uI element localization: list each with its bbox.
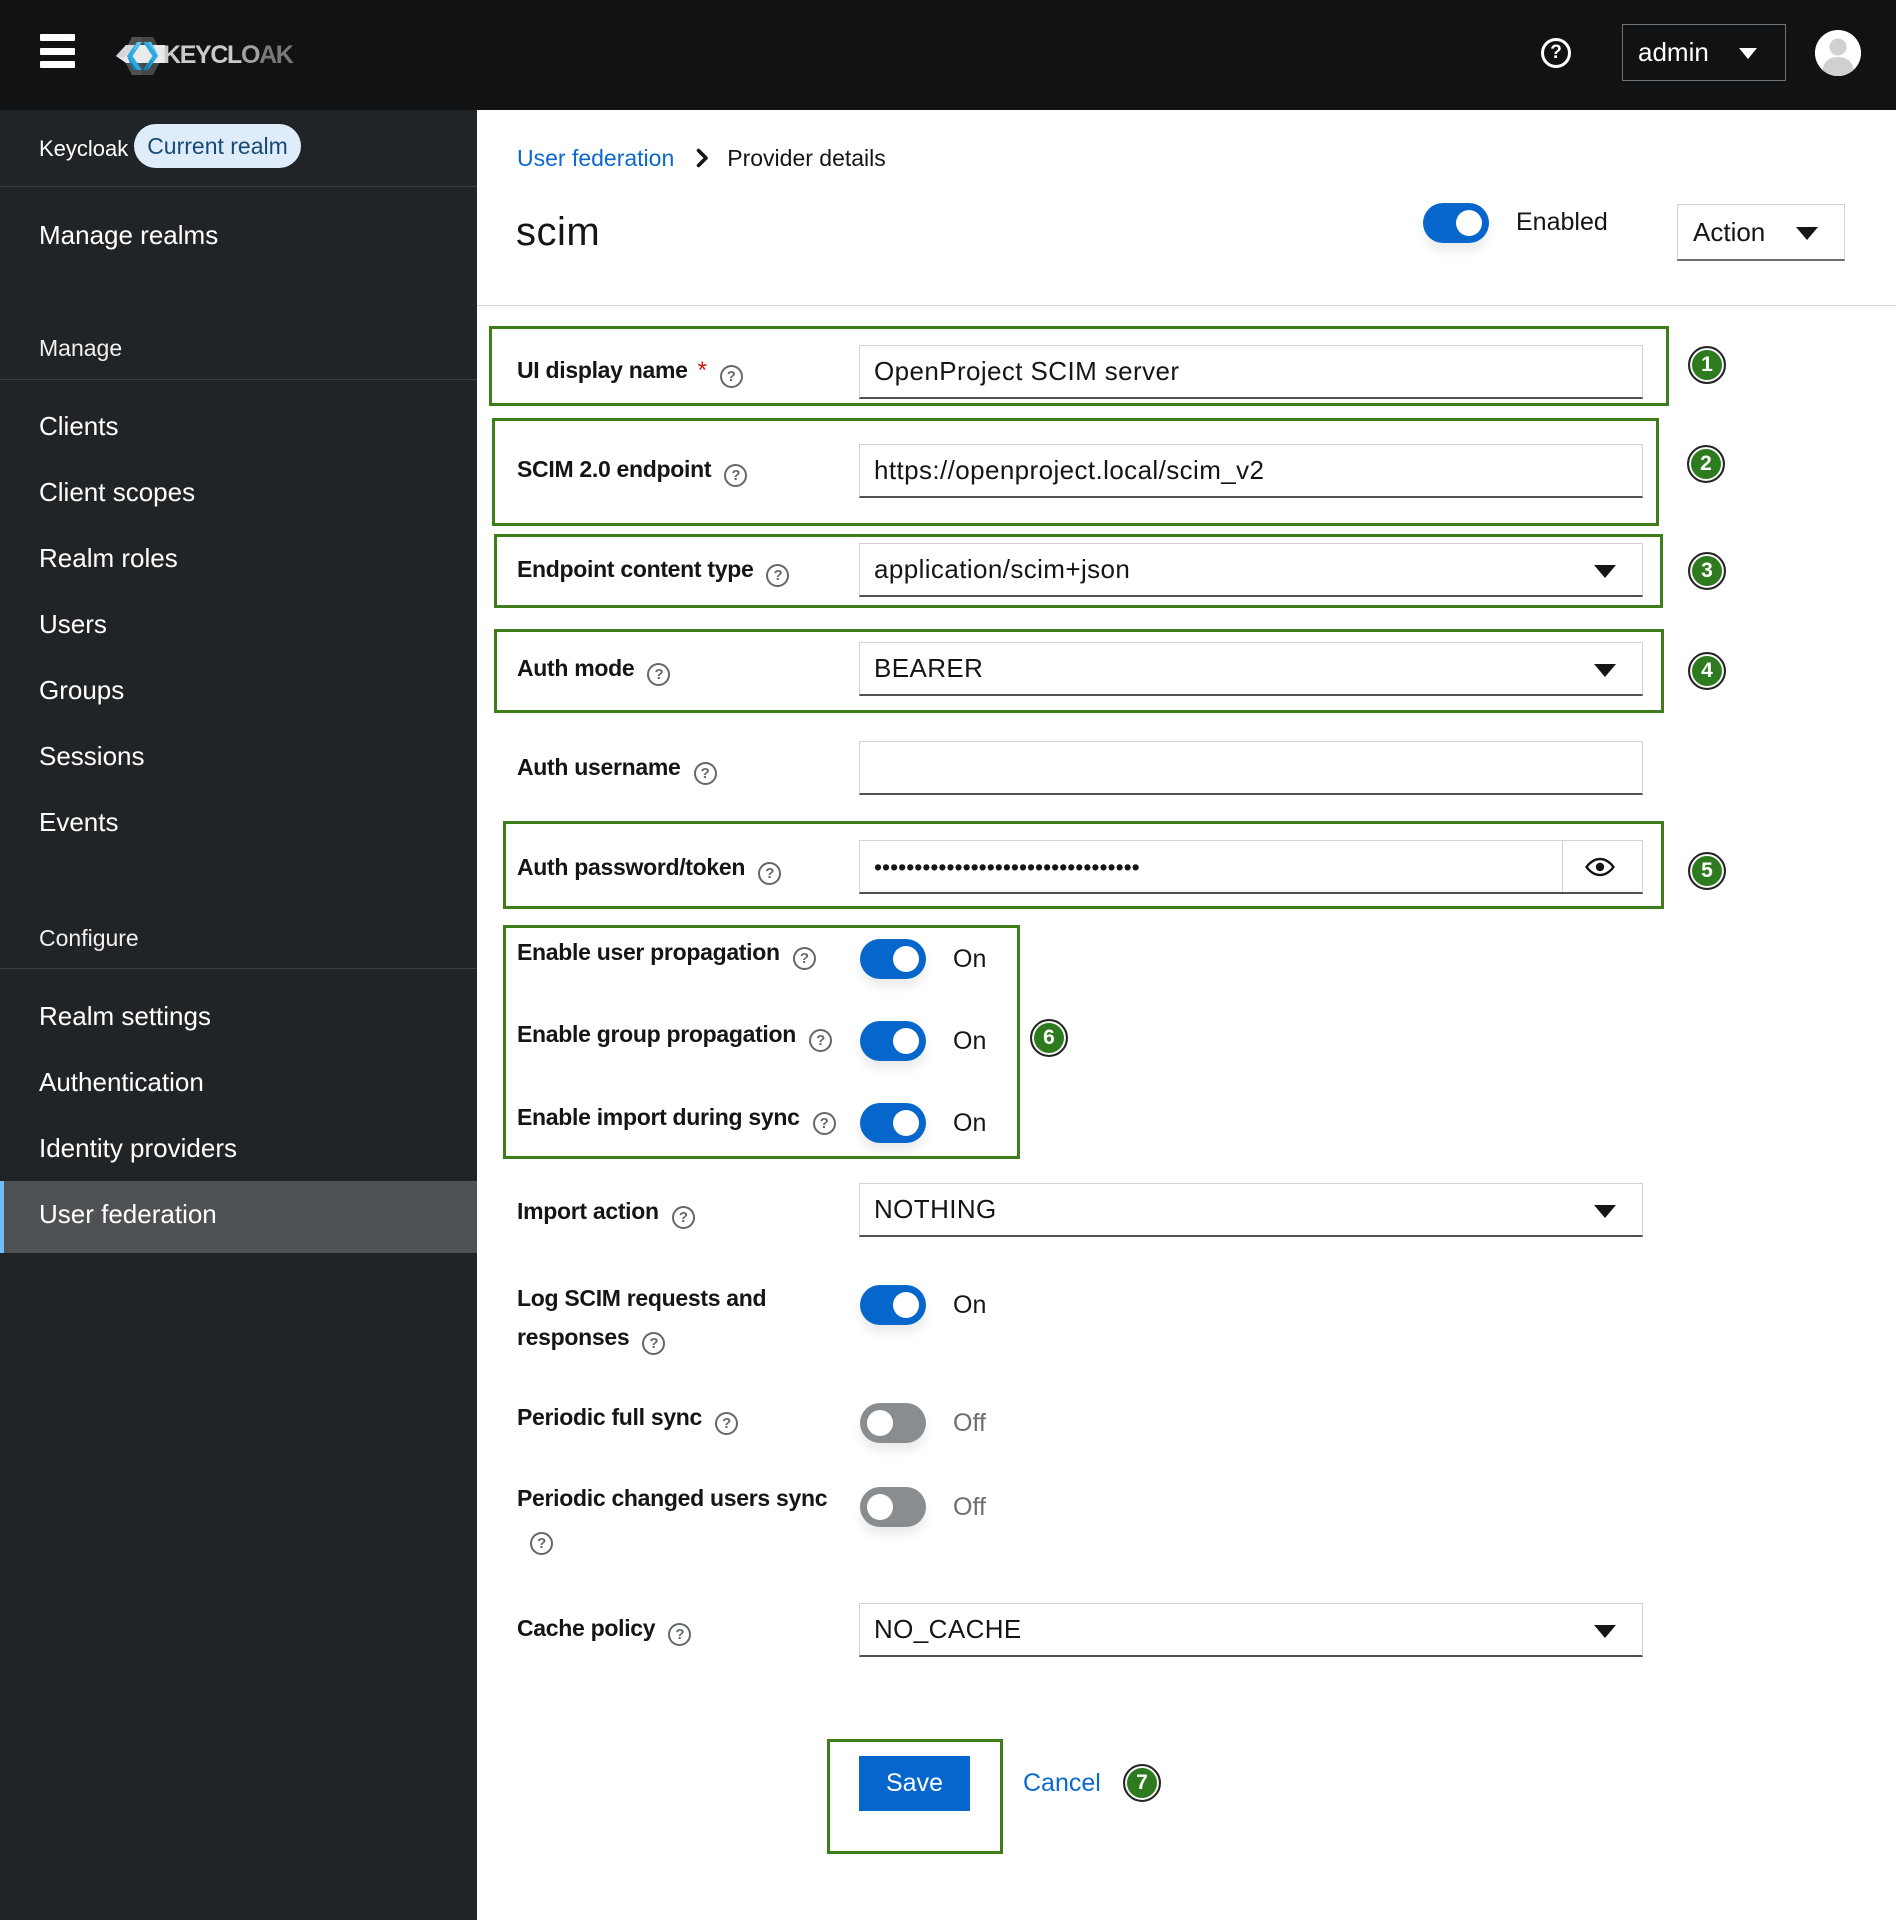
svg-text:KEYCLOAK: KEYCLOAK: [163, 41, 294, 69]
